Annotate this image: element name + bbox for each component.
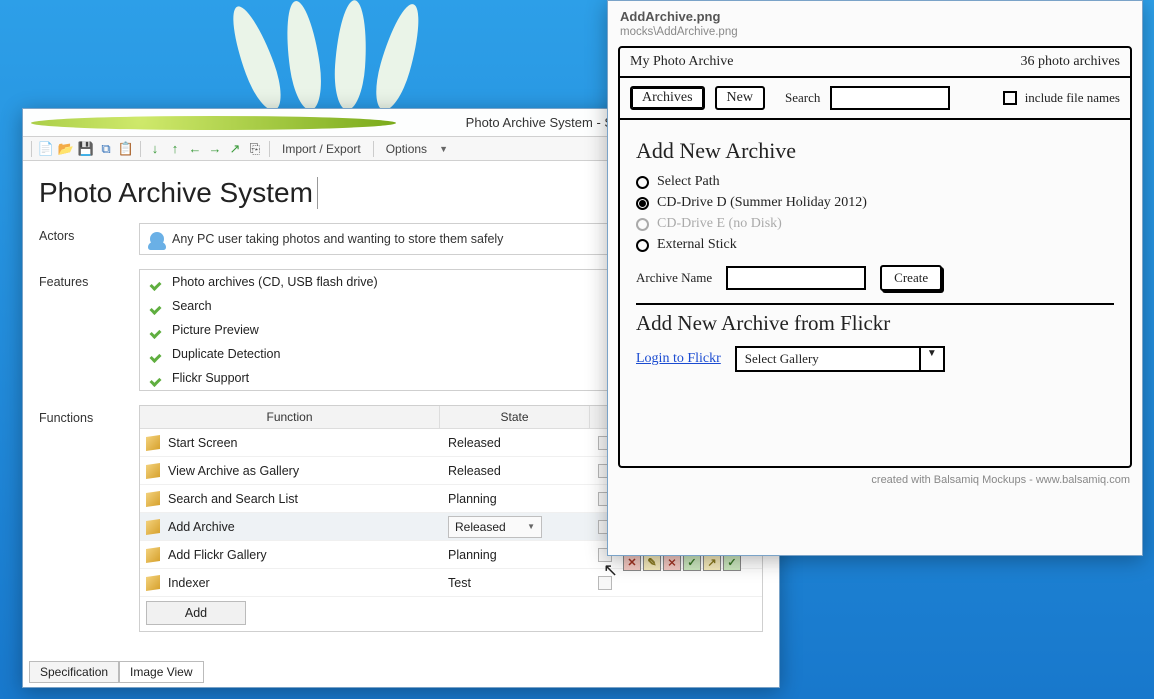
- mk-archives-button[interactable]: Archives: [630, 86, 705, 110]
- mockup-page: My Photo Archive 36 photo archives Archi…: [618, 46, 1132, 468]
- cube-icon: [146, 519, 160, 535]
- functions-label: Functions: [39, 405, 139, 632]
- link-cell-button[interactable]: [598, 576, 612, 590]
- mk-heading-add: Add New Archive: [636, 138, 1114, 164]
- mk-archive-name-label: Archive Name: [636, 270, 712, 286]
- mk-create-button[interactable]: Create: [880, 265, 942, 291]
- chevron-down-icon: ▼: [527, 522, 535, 531]
- add-function-button[interactable]: Add: [146, 601, 246, 625]
- tab-image-view[interactable]: Image View: [119, 661, 203, 683]
- mockup-credit: created with Balsamiq Mockups - www.bals…: [608, 468, 1142, 494]
- down-arrow-icon[interactable]: ↓: [147, 141, 163, 157]
- new-icon[interactable]: 📄: [38, 141, 54, 157]
- mk-top-count: 36 photo archives: [1020, 54, 1120, 70]
- mk-search-label: Search: [785, 90, 820, 106]
- mk-search-input[interactable]: [830, 86, 950, 110]
- check-icon: [150, 323, 164, 337]
- bottom-tabs: Specification Image View: [29, 661, 204, 683]
- cube-icon: [146, 547, 160, 563]
- radio-icon: [636, 197, 649, 210]
- mk-divider: [636, 303, 1114, 305]
- radio-icon: [636, 239, 649, 252]
- dup-page-icon[interactable]: ⎘: [247, 141, 263, 157]
- actor-icon: [150, 232, 164, 246]
- mk-gallery-select[interactable]: Select Gallery ▼: [735, 346, 945, 372]
- cube-icon: [146, 463, 160, 479]
- mockup-title: AddArchive.png: [608, 1, 1142, 26]
- features-label: Features: [39, 269, 139, 391]
- mk-radio-row-disabled: CD-Drive E (no Disk): [636, 216, 1114, 232]
- back-arrow-icon[interactable]: ←: [187, 141, 203, 157]
- fwd-arrow-icon[interactable]: →: [207, 141, 223, 157]
- tab-specification[interactable]: Specification: [29, 661, 119, 683]
- col-state[interactable]: State: [440, 406, 590, 428]
- mk-radio-row[interactable]: CD-Drive D (Summer Holiday 2012): [636, 195, 1114, 211]
- menu-options[interactable]: Options: [380, 142, 433, 156]
- paste-icon[interactable]: 📋: [118, 141, 134, 157]
- mockup-path: mocks\AddArchive.png: [608, 26, 1142, 46]
- col-function[interactable]: Function: [140, 406, 440, 428]
- open-icon[interactable]: 📂: [58, 141, 74, 157]
- cube-icon: [146, 435, 160, 451]
- mk-include-label: include file names: [1025, 90, 1120, 105]
- mk-new-button[interactable]: New: [715, 86, 765, 110]
- save-icon[interactable]: 💾: [78, 141, 94, 157]
- options-caret-icon[interactable]: ▼: [439, 144, 448, 154]
- share-icon[interactable]: ↗: [227, 141, 243, 157]
- mk-radio-row[interactable]: Select Path: [636, 174, 1114, 190]
- radio-icon: [636, 176, 649, 189]
- check-icon: [150, 347, 164, 361]
- up-arrow-icon[interactable]: ↑: [167, 141, 183, 157]
- radio-icon: [636, 218, 649, 231]
- mk-radio-row[interactable]: External Stick: [636, 237, 1114, 253]
- state-combobox[interactable]: Released ▼: [448, 516, 542, 538]
- mockup-window: AddArchive.png mocks\AddArchive.png My P…: [607, 0, 1143, 556]
- mk-include-checkbox[interactable]: [1003, 91, 1017, 105]
- cube-icon: [146, 575, 160, 591]
- check-icon: [150, 275, 164, 289]
- actors-label: Actors: [39, 223, 139, 255]
- mk-heading-flickr: Add New Archive from Flickr: [636, 311, 1114, 336]
- cube-icon: [146, 491, 160, 507]
- function-row[interactable]: Indexer Test: [140, 569, 762, 597]
- mk-archive-name-input[interactable]: [726, 266, 866, 290]
- check-icon: [150, 371, 164, 385]
- app-icon: [31, 116, 396, 130]
- mk-login-link[interactable]: Login to Flickr: [636, 351, 721, 367]
- mk-top-title: My Photo Archive: [630, 54, 733, 70]
- chevron-down-icon: ▼: [921, 348, 943, 370]
- actor-text: Any PC user taking photos and wanting to…: [172, 232, 503, 246]
- menu-import-export[interactable]: Import / Export: [276, 142, 367, 156]
- copy-icon[interactable]: ⧉: [98, 141, 114, 157]
- check-icon: [150, 299, 164, 313]
- page-title[interactable]: Photo Archive System: [39, 177, 318, 209]
